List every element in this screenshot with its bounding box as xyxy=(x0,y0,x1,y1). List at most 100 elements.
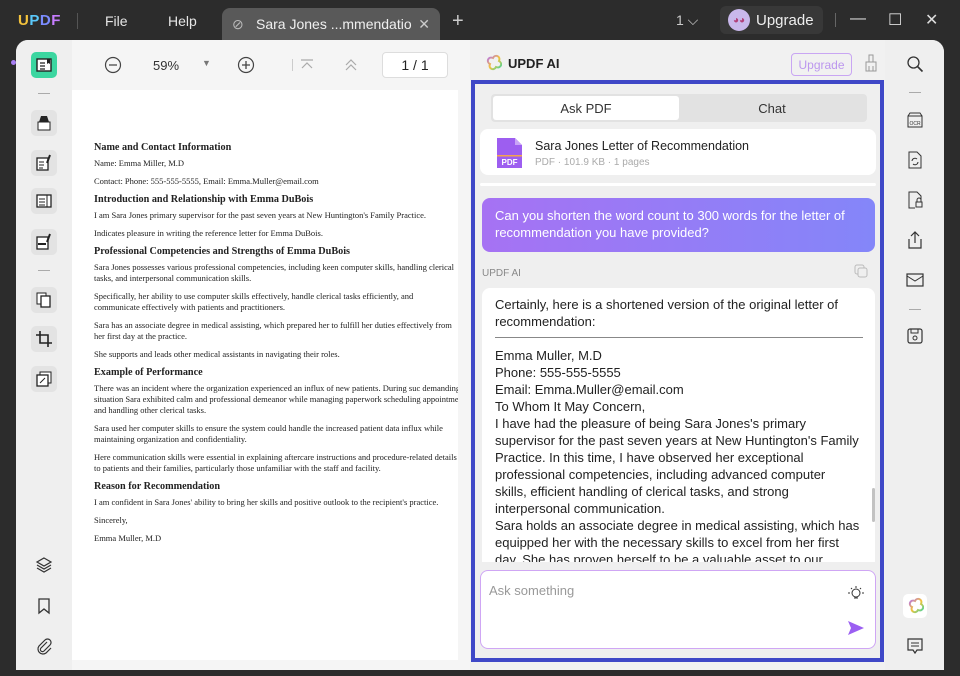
response-line: interpersonal communication. xyxy=(495,501,665,516)
organize-pages-tool[interactable] xyxy=(31,287,57,313)
chat-scrollbar[interactable] xyxy=(872,488,875,522)
convert-icon[interactable] xyxy=(906,151,924,169)
layers-icon xyxy=(35,557,53,573)
send-icon[interactable] xyxy=(848,621,864,635)
share-icon[interactable] xyxy=(906,231,924,249)
section-heading: Name and Contact Information xyxy=(94,142,232,153)
section-heading: Example of Performance xyxy=(94,367,203,378)
message-separator xyxy=(480,183,876,186)
paragraph: Contact: Phone: 555-555-5555, Email: Emm… xyxy=(94,176,319,186)
response-line: Practice. In this time, I have observed … xyxy=(495,450,804,465)
paragraph: Sara used her computer skills to ensure … xyxy=(94,423,443,444)
zoom-level[interactable]: 59% xyxy=(153,58,179,73)
ask-input[interactable]: Ask something xyxy=(480,570,876,649)
comment-icon[interactable] xyxy=(906,637,924,655)
layers-button[interactable] xyxy=(31,552,57,578)
menu-help[interactable]: Help xyxy=(168,13,197,29)
close-tab-icon[interactable]: ✕ xyxy=(418,16,430,33)
title-bar: UPDF File Help ⊘ Sara Jones ...mmendatio… xyxy=(0,0,960,40)
highlighter-icon xyxy=(37,116,51,131)
ai-chat-frame: Ask PDF Chat PDF Sara Jones Letter of Re… xyxy=(471,80,884,662)
form-icon xyxy=(36,194,52,208)
tab-chat[interactable]: Chat xyxy=(679,96,865,120)
response-line: Emma Muller, M.D xyxy=(495,348,602,363)
paragraph: Sara Jones possesses various professiona… xyxy=(94,262,454,283)
paragraph: Here communication skills were essential… xyxy=(94,452,457,473)
bookmark-icon xyxy=(38,598,50,615)
clear-chat-icon[interactable] xyxy=(864,54,878,72)
ocr-icon[interactable]: OCR xyxy=(906,111,924,129)
paragraph: Sincerely, xyxy=(94,515,128,525)
updf-logo: UPDF xyxy=(18,12,61,29)
input-placeholder: Ask something xyxy=(489,583,575,598)
page-number-input[interactable]: 1 / 1 xyxy=(382,52,448,78)
highlight-tool[interactable] xyxy=(31,110,57,136)
pdf-file-icon: PDF xyxy=(497,138,522,168)
copy-icon[interactable] xyxy=(854,264,868,278)
sign-tool[interactable] xyxy=(31,229,57,255)
watermark-icon xyxy=(36,371,52,387)
zoom-in-icon[interactable] xyxy=(237,56,255,74)
upgrade-button[interactable]: ◕◕ Upgrade xyxy=(720,6,823,34)
edit-tool[interactable] xyxy=(31,150,57,176)
file-meta: PDF · 101.9 KB · 1 pages xyxy=(535,157,650,168)
reader-tool[interactable] xyxy=(31,52,57,78)
response-author: UPDF AI xyxy=(482,268,521,279)
crop-icon xyxy=(36,331,52,347)
bookmark-button[interactable] xyxy=(31,593,57,619)
paragraph: I am Sara Jones primary supervisor for t… xyxy=(94,210,427,220)
upgrade-label: Upgrade xyxy=(756,11,814,29)
email-icon[interactable] xyxy=(906,271,924,289)
response-line: I have had the pleasure of being Sara Jo… xyxy=(495,416,807,431)
response-line: Email: Emma.Muller@email.com xyxy=(495,382,684,397)
divider xyxy=(909,309,921,310)
new-tab-button[interactable]: + xyxy=(452,10,464,33)
paragraph: I am confident in Sara Jones' ability to… xyxy=(94,497,439,507)
user-message: Can you shorten the word count to 300 wo… xyxy=(482,198,875,252)
file-card[interactable]: PDF Sara Jones Letter of Recommendation … xyxy=(480,129,876,175)
close-window-button[interactable]: ✕ xyxy=(925,10,938,30)
crop-tool[interactable] xyxy=(31,326,57,352)
ai-response: Certainly, here is a shortened version o… xyxy=(482,288,875,562)
ai-panel-title: UPDF AI xyxy=(508,55,560,71)
ai-panel-header: UPDF AI xyxy=(484,54,560,72)
updf-ai-logo-icon xyxy=(486,54,502,71)
divider xyxy=(909,92,921,93)
first-page-icon[interactable] xyxy=(298,56,316,74)
paragraph: Sara has an associate degree in medical … xyxy=(94,320,452,341)
response-line: equipped her with the necessary skills t… xyxy=(495,535,839,550)
search-icon[interactable] xyxy=(906,55,924,73)
document-viewer: 59% ▼ 1 / 1 Name and Contact Information… xyxy=(72,40,470,670)
ai-upgrade-button[interactable]: Upgrade xyxy=(791,53,852,76)
zoom-dropdown-icon[interactable]: ▼ xyxy=(202,58,211,68)
tab-title: Sara Jones ...mmendation* xyxy=(256,16,413,32)
window-count-dropdown[interactable]: 1 ⌵ xyxy=(676,12,698,29)
form-tool[interactable] xyxy=(31,188,57,214)
ai-assistant-panel: UPDF AI Upgrade Ask PDF Chat PDF Sara Jo… xyxy=(470,40,885,670)
edit-document-icon xyxy=(36,154,51,171)
save-icon[interactable] xyxy=(906,327,924,345)
response-line: skills, efficient handling of clerical t… xyxy=(495,484,789,499)
sign-icon xyxy=(36,233,51,250)
file-name: Sara Jones Letter of Recommendation xyxy=(535,139,750,153)
attachment-button[interactable] xyxy=(31,633,57,659)
menu-file[interactable]: File xyxy=(105,13,128,29)
section-heading: Introduction and Relationship with Emma … xyxy=(94,194,314,205)
maximize-button[interactable]: ☐ xyxy=(888,10,902,30)
section-heading: Reason for Recommendation xyxy=(94,481,221,492)
divider xyxy=(835,13,836,27)
response-line: Sara holds an associate degree in medica… xyxy=(495,518,860,533)
divider xyxy=(77,13,78,29)
divider xyxy=(292,59,293,71)
avatar: ◕◕ xyxy=(728,9,750,31)
zoom-out-icon[interactable] xyxy=(104,56,122,74)
ai-assistant-button[interactable] xyxy=(903,594,927,618)
lightbulb-icon[interactable] xyxy=(848,585,864,601)
tab-ask-pdf[interactable]: Ask PDF xyxy=(493,96,679,120)
minimize-button[interactable]: — xyxy=(850,10,866,28)
previous-page-icon[interactable] xyxy=(342,56,360,74)
paragraph: Indicates pleasure in writing the refere… xyxy=(94,228,323,238)
watermark-tool[interactable] xyxy=(31,366,57,392)
document-tab[interactable]: ⊘ Sara Jones ...mmendation* ✕ xyxy=(222,8,440,40)
protect-icon[interactable] xyxy=(906,191,924,209)
